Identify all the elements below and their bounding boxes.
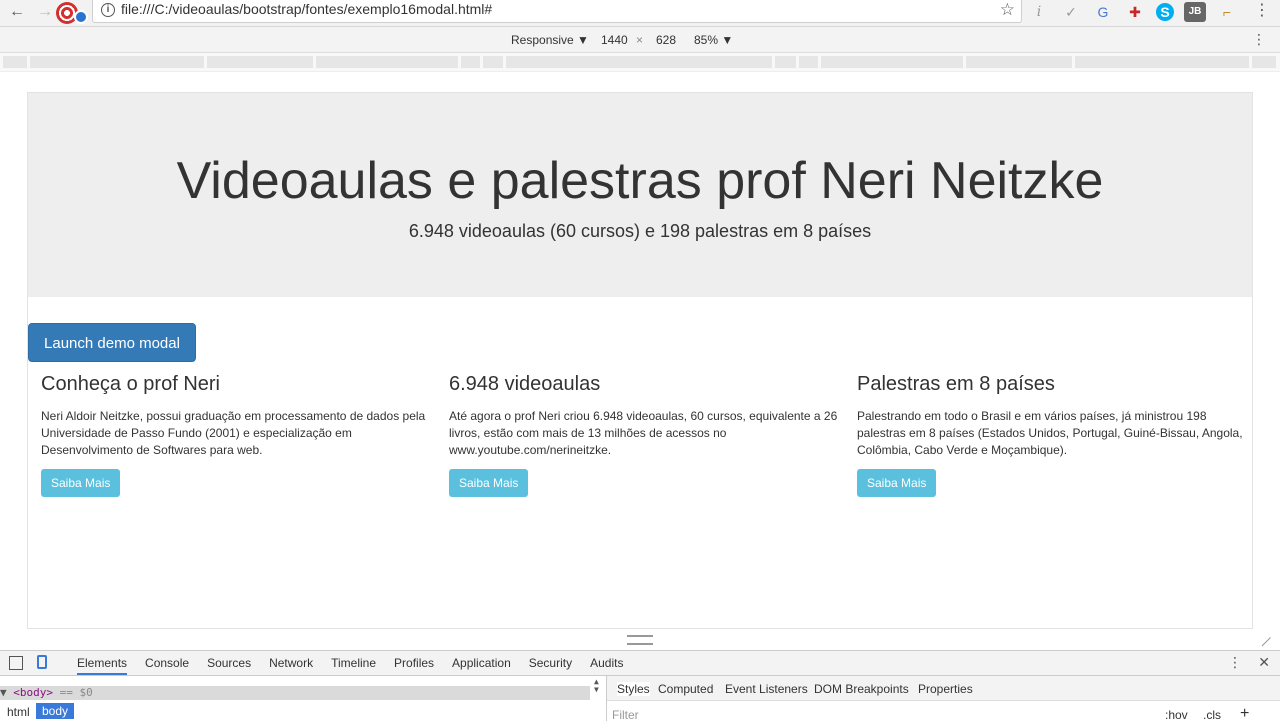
url-text[interactable]: file:///C:/videoaulas/bootstrap/fontes/e… xyxy=(121,1,492,17)
add-rule-button[interactable]: + xyxy=(1240,705,1249,723)
page-subtitle: 6.948 videoaulas (60 cursos) e 198 pales… xyxy=(408,221,872,241)
media-query-segment[interactable] xyxy=(30,56,204,68)
tab-event-listeners[interactable]: Event Listeners xyxy=(725,682,808,696)
viewport-width-input[interactable]: 1440 xyxy=(601,33,628,47)
tab-security[interactable]: Security xyxy=(529,656,572,675)
inspect-element-icon[interactable] xyxy=(9,656,23,670)
column-text: Palestrando em todo o Brasil e em vários… xyxy=(857,409,1243,457)
extension-icons: i ✓ G ✚ S JB ⌐ xyxy=(1028,1,1238,23)
bookmark-star-icon[interactable]: ☆ xyxy=(1000,0,1015,20)
tab-elements[interactable]: Elements xyxy=(77,656,128,675)
extension-badge-icon xyxy=(74,10,88,24)
tab-network[interactable]: Network xyxy=(269,656,313,675)
styles-tabbar: Styles Computed Event Listeners DOM Brea… xyxy=(607,676,1280,701)
hammer-extension-icon[interactable]: ⌐ xyxy=(1216,2,1238,22)
selected-dom-node[interactable]: ▼ <body> == $0 xyxy=(0,686,590,700)
dimension-separator: × xyxy=(636,33,644,47)
media-query-segment[interactable] xyxy=(821,56,963,68)
breadcrumb: html body xyxy=(0,703,606,721)
saiba-mais-button[interactable]: Saiba Mais xyxy=(449,469,529,497)
device-toolbar: Responsive ▼ 1440 × 628 85% ▼ ⋮ xyxy=(0,27,1280,53)
column-heading: 6.948 videoaulas xyxy=(449,373,601,395)
elements-tree: ▼ <body> == $0 ▲ ▼ html body xyxy=(0,676,607,721)
tab-properties[interactable]: Properties xyxy=(918,682,973,696)
tab-dom-breakpoints[interactable]: DOM Breakpoints xyxy=(814,682,909,696)
column-heading: Conheça o prof Neri xyxy=(41,373,220,395)
media-query-segment[interactable] xyxy=(799,56,818,68)
page-title: Videoaulas e palestras prof Neri Neitzke xyxy=(176,152,1104,210)
media-query-bar xyxy=(0,53,1280,72)
devtools-tabs: Elements Console Sources Network Timelin… xyxy=(77,656,623,675)
launch-demo-modal-button[interactable]: Launch demo modal xyxy=(28,323,196,362)
close-icon[interactable]: ✕ xyxy=(1258,654,1270,671)
zoom-select[interactable]: 85% ▼ xyxy=(694,33,733,47)
column-heading: Palestras em 8 países xyxy=(857,373,1055,395)
back-arrow-icon[interactable]: ← xyxy=(8,3,26,21)
media-query-segment[interactable] xyxy=(775,56,796,68)
tab-computed[interactable]: Computed xyxy=(658,682,713,696)
media-query-segment[interactable] xyxy=(207,56,313,68)
device-mode-select[interactable]: Responsive ▼ xyxy=(511,33,589,47)
devtools-panel: Elements Console Sources Network Timelin… xyxy=(0,650,1280,723)
tab-styles[interactable]: Styles xyxy=(617,682,650,696)
page-viewport: Videoaulas e palestras prof Neri Neitzke… xyxy=(27,92,1253,629)
jumbotron: Videoaulas e palestras prof Neri Neitzke… xyxy=(28,93,1252,297)
saiba-mais-button[interactable]: Saiba Mais xyxy=(857,469,937,497)
tab-application[interactable]: Application xyxy=(452,656,511,675)
forward-arrow-icon[interactable]: → xyxy=(36,3,54,21)
translate-extension-icon[interactable]: G xyxy=(1092,2,1114,22)
devtools-menu-icon[interactable]: ⋮ xyxy=(1228,654,1242,671)
media-query-segment[interactable] xyxy=(3,56,27,68)
column-conheca: Conheça o prof Neri Neri Aldoir Neitzke,… xyxy=(41,373,431,497)
column-text: Neri Aldoir Neitzke, possui graduação em… xyxy=(41,409,426,457)
media-query-segment[interactable] xyxy=(506,56,772,68)
media-query-segment[interactable] xyxy=(1252,56,1276,68)
body-tag: <body> xyxy=(13,686,53,699)
breadcrumb-html[interactable]: html xyxy=(7,705,30,719)
device-toolbar-menu-icon[interactable]: ⋮ xyxy=(1252,31,1266,48)
device-toggle-icon[interactable] xyxy=(37,655,47,669)
browser-toolbar: ← → i file:///C:/videoaulas/bootstrap/fo… xyxy=(0,0,1280,27)
info-extension-icon[interactable]: i xyxy=(1028,2,1050,22)
check-extension-icon[interactable]: ✓ xyxy=(1060,2,1082,22)
media-query-segment[interactable] xyxy=(1075,56,1249,68)
tab-timeline[interactable]: Timeline xyxy=(331,656,376,675)
tab-console[interactable]: Console xyxy=(145,656,189,675)
breadcrumb-body[interactable]: body xyxy=(36,703,75,719)
skype-extension-icon[interactable]: S xyxy=(1156,3,1174,21)
column-text: Até agora o prof Neri criou 6.948 videoa… xyxy=(449,409,838,457)
tab-profiles[interactable]: Profiles xyxy=(394,656,434,675)
media-query-segment[interactable] xyxy=(316,56,458,68)
viewport-height-input[interactable]: 628 xyxy=(656,33,676,47)
scroll-arrows-icon[interactable]: ▲ ▼ xyxy=(594,678,599,694)
tab-sources[interactable]: Sources xyxy=(207,656,251,675)
viewport-bottom-resize-handle[interactable] xyxy=(627,635,653,645)
info-icon[interactable]: i xyxy=(101,3,115,17)
styles-sidebar: Styles Computed Event Listeners DOM Brea… xyxy=(607,676,1280,723)
column-videoaulas: 6.948 videoaulas Até agora o prof Neri c… xyxy=(449,373,839,497)
pin-extension-icon[interactable]: ✚ xyxy=(1124,2,1146,22)
viewport-corner-resize-handle[interactable] xyxy=(1253,628,1271,647)
media-query-segment[interactable] xyxy=(483,56,503,68)
saiba-mais-button[interactable]: Saiba Mais xyxy=(41,469,121,497)
expand-triangle-icon[interactable]: ▼ xyxy=(0,686,7,699)
devtools-tabbar: Elements Console Sources Network Timelin… xyxy=(0,651,1280,676)
selected-marker: == $0 xyxy=(59,686,93,699)
tab-audits[interactable]: Audits xyxy=(590,656,623,675)
media-query-segment[interactable] xyxy=(461,56,480,68)
media-query-segment[interactable] xyxy=(966,56,1072,68)
browser-menu-icon[interactable]: ⋮ xyxy=(1254,0,1270,20)
column-palestras: Palestras em 8 países Palestrando em tod… xyxy=(857,373,1247,497)
address-bar[interactable]: i file:///C:/videoaulas/bootstrap/fontes… xyxy=(92,0,1022,23)
jb-extension-icon[interactable]: JB xyxy=(1184,2,1206,22)
